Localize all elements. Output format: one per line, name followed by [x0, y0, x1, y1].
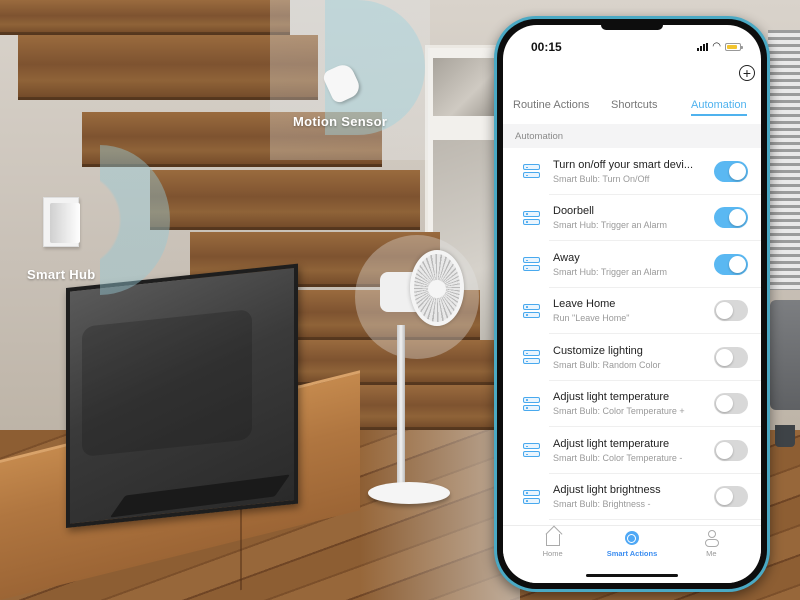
enable-toggle[interactable] [714, 300, 748, 322]
motion-sensor-label: Motion Sensor [293, 114, 388, 129]
enable-toggle[interactable] [714, 253, 748, 275]
item-title: Adjust light temperature [553, 437, 670, 450]
enable-toggle[interactable] [714, 393, 748, 415]
battery-icon [725, 43, 743, 51]
battery-level [727, 45, 738, 49]
item-title: Away [553, 251, 580, 264]
smart-hub-face [50, 203, 80, 243]
phone-screen: 00:15 ◠ + Routine Actions Shortcuts Auto… [503, 25, 761, 583]
list-item[interactable]: Away Smart Hub: Trigger an Alarm [503, 241, 761, 288]
fan-center [428, 280, 446, 298]
server-icon [523, 303, 540, 318]
list-item[interactable]: Adjust light temperature Smart Bulb: Colo… [503, 427, 761, 474]
smart-hub-label: Smart Hub [27, 267, 96, 282]
mug [775, 425, 795, 447]
item-title: Doorbell [553, 205, 594, 218]
tab-shortcuts[interactable]: Shortcuts [611, 96, 657, 111]
server-icon [523, 443, 540, 458]
server-icon [523, 257, 540, 272]
add-automation-button[interactable]: + [739, 65, 755, 81]
section-header: Automation [503, 124, 761, 148]
nav-me[interactable]: Me [676, 530, 746, 583]
list-item[interactable]: Leave Home Run "Leave Home" [503, 288, 761, 335]
phone-bezel: 00:15 ◠ + Routine Actions Shortcuts Auto… [497, 19, 767, 589]
fan-base [368, 482, 450, 504]
couch [770, 300, 800, 410]
enable-toggle[interactable] [714, 486, 748, 508]
wifi-icon: ◠ [712, 41, 721, 52]
item-title: Adjust light temperature [553, 391, 670, 404]
profile-icon [705, 530, 720, 547]
server-icon [523, 210, 540, 225]
home-icon [545, 534, 560, 546]
cellular-signal-icon [697, 43, 709, 51]
list-item[interactable]: Adjust light brightness Smart Bulb: Brigh… [503, 474, 761, 521]
fan-pole [397, 325, 405, 487]
tab-routine-actions[interactable]: Routine Actions [513, 96, 589, 111]
status-bar: 00:15 ◠ [503, 25, 761, 59]
item-title: Turn on/off your smart devi... [553, 158, 694, 171]
status-icons: ◠ [697, 41, 743, 52]
server-icon [523, 164, 540, 179]
bottom-nav: Home Smart Actions Me [503, 525, 761, 583]
nav-home[interactable]: Home [518, 530, 588, 583]
cabinet-seam [240, 499, 242, 591]
enable-toggle[interactable] [714, 207, 748, 229]
home-indicator[interactable] [586, 573, 678, 577]
nav-label: Home [542, 549, 563, 558]
smart-actions-icon [624, 531, 639, 545]
server-icon [523, 489, 540, 504]
automation-list: Turn on/off your smart devi... Smart Bulb… [503, 148, 761, 535]
window-pane [433, 58, 499, 116]
window-blinds [768, 30, 800, 290]
status-time: 00:15 [531, 40, 562, 54]
server-icon [523, 396, 540, 411]
server-icon [523, 350, 540, 365]
tv-reflection [82, 309, 252, 457]
list-item[interactable]: Doorbell Smart Hub: Trigger an Alarm [503, 195, 761, 242]
list-item[interactable]: Adjust light temperature Smart Bulb: Colo… [503, 381, 761, 428]
enable-toggle[interactable] [714, 160, 748, 182]
phone-frame: 00:15 ◠ + Routine Actions Shortcuts Auto… [494, 16, 770, 592]
tab-bar: Routine Actions Shortcuts Automation [503, 96, 761, 122]
enable-toggle[interactable] [714, 439, 748, 461]
stair-step [0, 0, 290, 35]
nav-label: Me [706, 549, 717, 558]
tab-automation[interactable]: Automation [691, 96, 747, 116]
item-title: Customize lighting [553, 344, 643, 357]
list-item[interactable]: Customize lighting Smart Bulb: Random Col… [503, 334, 761, 381]
list-item[interactable]: Turn on/off your smart devi... Smart Bulb… [503, 148, 761, 195]
stair-step [150, 170, 420, 230]
item-title: Leave Home [553, 298, 616, 311]
nav-label: Smart Actions [606, 549, 658, 558]
plus-circle-icon: + [742, 65, 752, 81]
item-title: Adjust light brightness [553, 484, 661, 497]
enable-toggle[interactable] [714, 346, 748, 368]
